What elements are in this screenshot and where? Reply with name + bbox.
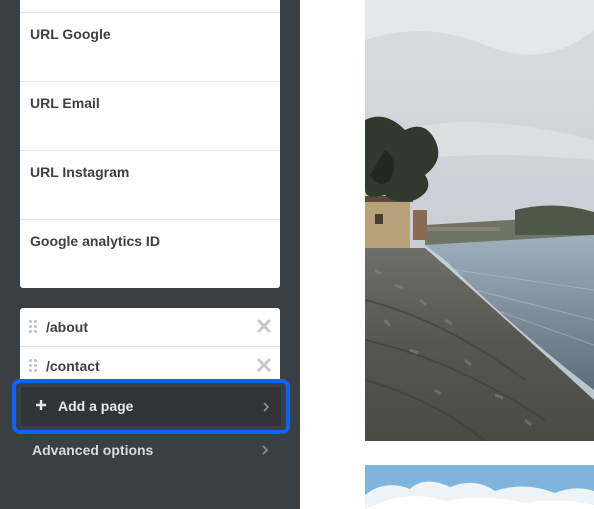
sky-photo — [365, 465, 594, 509]
page-item-contact[interactable]: /contact — [20, 346, 280, 380]
field-label: URL Instagram — [30, 164, 130, 180]
page-path: /contact — [46, 358, 100, 374]
field-previous[interactable] — [20, 0, 280, 12]
add-page-highlight: Add a page — [12, 379, 290, 434]
add-page-label: Add a page — [58, 398, 134, 414]
river-photo — [365, 0, 594, 441]
pages-list: /about /contact — [20, 308, 280, 380]
drag-handle-icon[interactable] — [29, 320, 37, 334]
field-url-instagram[interactable]: URL Instagram — [20, 150, 280, 219]
page-path: /about — [46, 319, 88, 335]
field-label: Google analytics ID — [30, 233, 160, 249]
chevron-right-icon — [262, 400, 270, 412]
chevron-right-icon — [261, 443, 269, 455]
drag-handle-icon[interactable] — [29, 359, 37, 373]
plus-icon — [35, 398, 47, 410]
page-item-about[interactable]: /about — [20, 308, 280, 346]
close-icon[interactable] — [257, 319, 271, 333]
sidebar-panel: URL Google URL Email URL Instagram Googl… — [0, 0, 300, 509]
advanced-options-label: Advanced options — [32, 442, 154, 458]
field-label: URL Google — [30, 26, 111, 42]
add-page-button[interactable]: Add a page — [21, 387, 281, 426]
field-url-google[interactable]: URL Google — [20, 12, 280, 81]
field-url-email[interactable]: URL Email — [20, 81, 280, 150]
site-preview — [300, 0, 594, 509]
social-fields-group: URL Google URL Email URL Instagram Googl… — [20, 0, 280, 288]
field-label: URL Email — [30, 95, 100, 111]
close-icon[interactable] — [257, 358, 271, 372]
field-google-analytics-id[interactable]: Google analytics ID — [20, 219, 280, 288]
advanced-options-button[interactable]: Advanced options — [20, 436, 280, 462]
